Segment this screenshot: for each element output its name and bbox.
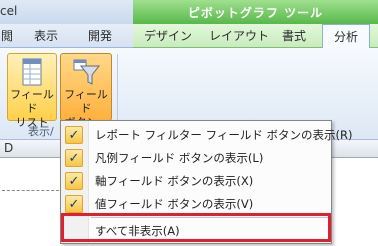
highlight-box	[61, 213, 331, 242]
checkmark-icon: ✓	[65, 195, 83, 213]
menu-item-label: 凡例フィールド ボタンの表示(L)	[95, 151, 264, 165]
menu-item-label: レポート フィルター フィールド ボタンの表示(R)	[95, 128, 353, 142]
tab-developer[interactable]: 開発	[80, 24, 120, 48]
checkmark-icon: ✓	[65, 126, 83, 144]
tab-view[interactable]: 表示	[26, 24, 66, 48]
context-tab-group-title: ピボットグラフ ツール	[187, 6, 324, 20]
column-header-d[interactable]: D	[4, 141, 13, 155]
menu-item-axis-field[interactable]: ✓ 軸フィールド ボタンの表示(X)	[61, 170, 331, 192]
context-tab-group-header: ピボットグラフ ツール	[133, 0, 378, 24]
menu-item-value-field[interactable]: ✓ 値フィールド ボタンの表示(V)	[61, 193, 331, 215]
checkmark-icon: ✓	[65, 172, 83, 190]
field-buttons-button[interactable]: フィールド ボタン ▼	[60, 53, 112, 129]
field-list-button[interactable]: フィールド リスト	[7, 53, 57, 129]
tab-analyze[interactable]: 分析	[322, 24, 370, 49]
funnel-icon	[73, 59, 101, 85]
menu-item-legend-field[interactable]: ✓ 凡例フィールド ボタンの表示(L)	[61, 147, 331, 169]
menu-item-label: 軸フィールド ボタンの表示(X)	[95, 174, 254, 188]
app-title: cel	[0, 4, 18, 18]
field-list-icon	[22, 58, 42, 86]
ribbon-group-label: 表示/	[28, 125, 54, 138]
tab-format[interactable]: 書式	[276, 24, 312, 48]
chart-selection-border	[2, 190, 64, 191]
tab-review[interactable]: 閲	[0, 24, 14, 48]
tab-design[interactable]: デザイン	[140, 24, 196, 48]
checkmark-icon: ✓	[65, 149, 83, 167]
menu-item-report-filter[interactable]: ✓ レポート フィルター フィールド ボタンの表示(R)	[61, 124, 352, 146]
menu-item-label: 値フィールド ボタンの表示(V)	[95, 197, 254, 211]
tab-layout[interactable]: レイアウト	[204, 24, 274, 48]
